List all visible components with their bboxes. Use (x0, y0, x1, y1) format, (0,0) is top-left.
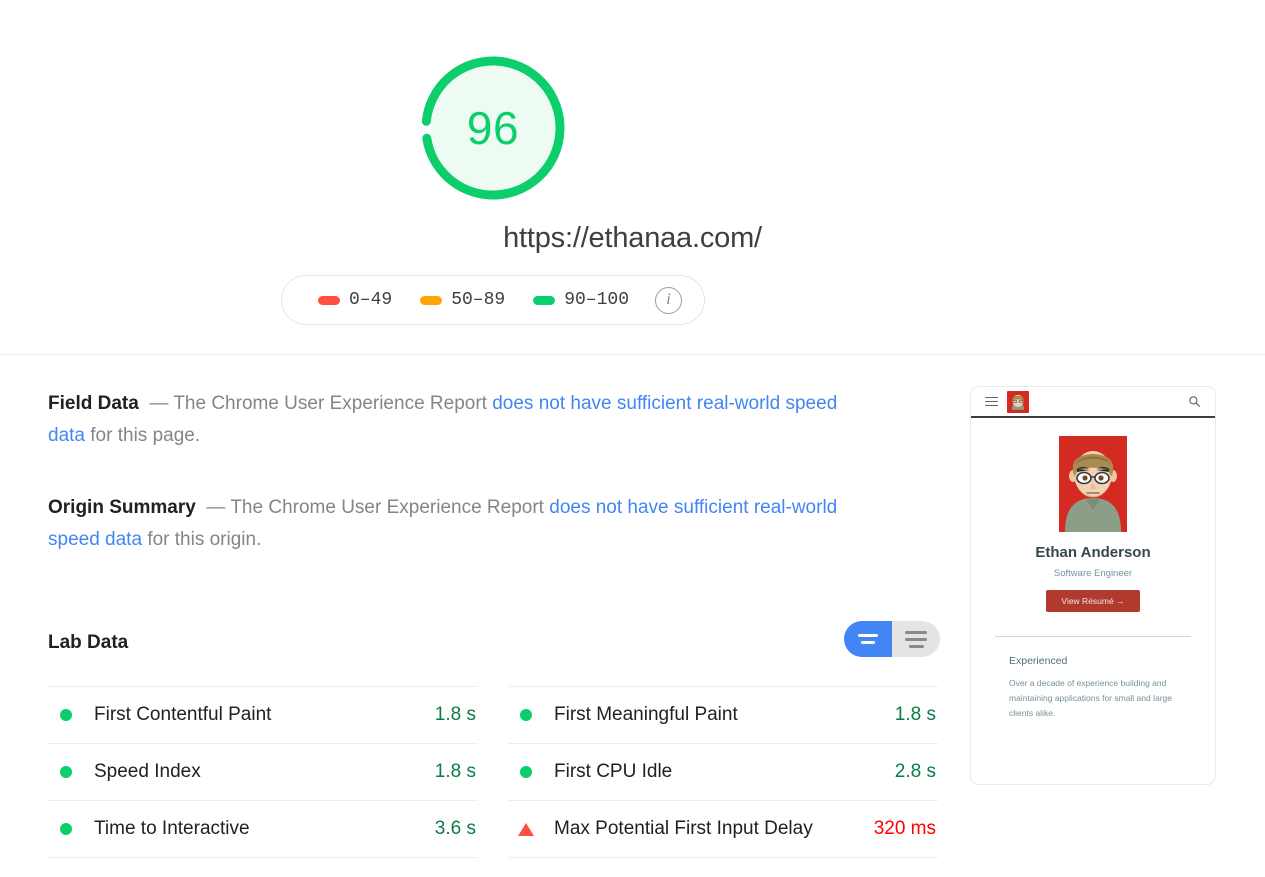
thumbnail-site-body: Ethan Anderson Software Engineer View Ré… (971, 436, 1215, 721)
info-icon[interactable]: i (655, 286, 683, 314)
thumbnail-section-title: Experienced (1009, 655, 1068, 667)
single-column-view-icon-line3 (908, 644, 924, 648)
metric-name: First CPU Idle (554, 761, 673, 782)
legend-label-fail: 0–49 (348, 290, 393, 310)
score-legend: 0–49 50–89 90–100 i (281, 275, 705, 325)
metric-name: Time to Interactive (94, 818, 250, 839)
pass-swatch (533, 295, 556, 305)
legend-item-fail: 0–49 (317, 290, 393, 310)
legend-item-pass: 90–100 (533, 290, 629, 310)
field-data-text-after: for this page. (90, 425, 201, 446)
metric-value: 320 ms (873, 818, 936, 839)
field-data-title: Field Data (48, 393, 139, 414)
origin-summary-title: Origin Summary (48, 497, 196, 518)
legend-item-average: 50–89 (420, 290, 505, 310)
metric-row[interactable]: Speed Index 1.8 s (48, 744, 478, 801)
thumbnail-site-header (971, 387, 1215, 418)
fail-triangle-icon (518, 822, 534, 836)
thumbnail-person-role: Software Engineer (1053, 568, 1133, 579)
hamburger-menu-icon (985, 394, 998, 408)
thumbnail-section-body: Over a decade of experience building and… (1009, 678, 1173, 718)
lab-data-view-toggle[interactable] (844, 621, 940, 657)
score-header: 96 https://ethanaa.com/ 0–49 50–89 90–10… (0, 0, 1265, 355)
metric-row[interactable]: First CPU Idle 2.8 s (508, 744, 938, 801)
metric-name: First Meaningful Paint (554, 704, 738, 725)
origin-summary-text-before: The Chrome User Experience Report (230, 497, 544, 518)
metric-name: Speed Index (94, 761, 201, 782)
pass-circle-icon (520, 766, 532, 778)
metric-name: Max Potential First Input Delay (554, 818, 813, 839)
cartoon-portrait-avatar (1059, 436, 1127, 532)
lighthouse-report-page: 96 https://ethanaa.com/ 0–49 50–89 90–10… (0, 0, 1265, 877)
field-data-dash: — (149, 393, 169, 414)
pass-circle-icon (60, 766, 72, 778)
view-resume-button: View Résumé → (1046, 590, 1140, 612)
page-url: https://ethanaa.com/ (503, 222, 762, 254)
pass-circle-icon (60, 823, 72, 835)
metric-value: 1.8 s (434, 704, 476, 725)
thumbnail-person-name: Ethan Anderson (1035, 544, 1151, 561)
metric-value: 3.6 s (434, 818, 476, 839)
metric-row[interactable]: First Contentful Paint 1.8 s (48, 686, 478, 744)
lab-data-title: Lab Data (48, 632, 129, 653)
search-icon (1188, 395, 1201, 408)
origin-summary-dash: — (206, 497, 226, 518)
score-value: 96 (466, 102, 520, 154)
report-body: Field Data — The Chrome User Experience … (0, 356, 1265, 877)
two-column-view-icon (858, 634, 878, 637)
legend-label-pass: 90–100 (564, 290, 630, 310)
pass-circle-icon (520, 709, 532, 721)
metric-value: 1.8 s (894, 704, 936, 725)
metric-row[interactable]: Time to Interactive 3.6 s (48, 801, 478, 858)
site-avatar-logo (1007, 390, 1029, 413)
metric-row[interactable]: First Meaningful Paint 1.8 s (508, 686, 938, 744)
tab-two-column-view[interactable] (844, 621, 892, 657)
lab-metrics-column-left: First Contentful Paint 1.8 s Speed Index… (48, 686, 478, 858)
average-swatch (420, 295, 443, 305)
metric-value: 1.8 s (434, 761, 476, 782)
metric-name: First Contentful Paint (94, 704, 272, 725)
thumbnail-divider (995, 636, 1191, 637)
field-data-text-before: The Chrome User Experience Report (173, 393, 487, 414)
field-data-paragraph: Field Data — The Chrome User Experience … (48, 388, 878, 452)
tab-single-column-view[interactable] (892, 621, 940, 657)
single-column-view-icon-line2 (905, 637, 927, 641)
metric-row[interactable]: Max Potential First Input Delay 320 ms (508, 801, 938, 858)
page-screenshot-thumbnail[interactable]: Ethan Anderson Software Engineer View Ré… (970, 386, 1216, 785)
origin-summary-text-after: for this origin. (147, 529, 262, 550)
lab-metrics-column-right: First Meaningful Paint 1.8 s First CPU I… (508, 686, 938, 858)
single-column-view-icon (905, 630, 927, 634)
performance-score-gauge: 96 (417, 52, 569, 204)
metric-value: 2.8 s (894, 761, 936, 782)
origin-summary-paragraph: Origin Summary — The Chrome User Experie… (48, 492, 858, 556)
pass-circle-icon (60, 709, 72, 721)
fail-swatch (317, 295, 340, 305)
legend-label-average: 50–89 (451, 290, 506, 310)
two-column-view-icon-line2 (861, 641, 875, 644)
